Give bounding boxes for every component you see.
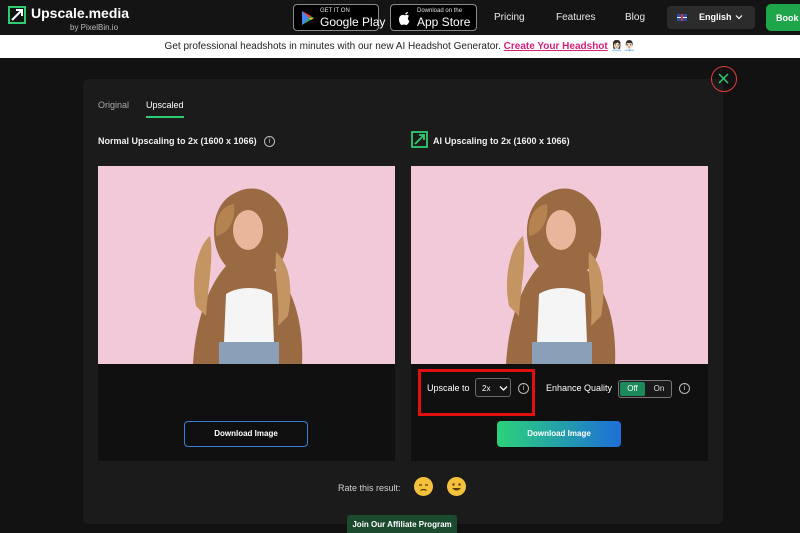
top-navigation-bar: Upscale.media by PixelBin.io GET IT ON G… — [0, 0, 800, 35]
google-play-badge[interactable]: GET IT ON Google Play — [293, 4, 385, 31]
nav-pricing[interactable]: Pricing — [494, 12, 525, 23]
download-ai-button[interactable]: Download Image — [497, 421, 621, 447]
app-store-small-text: Download on the — [417, 8, 463, 14]
banner-text: Get professional headshots in minutes wi… — [164, 41, 501, 52]
ai-upscaling-title: AI Upscaling to 2x (1600 x 1066) — [433, 136, 570, 146]
create-headshot-link[interactable]: Create Your Headshot — [504, 41, 608, 52]
google-play-icon — [302, 11, 314, 25]
brand-byline: by PixelBin.io — [70, 23, 119, 32]
upscale-to-label: Upscale to — [427, 383, 470, 393]
normal-upscaled-image — [98, 166, 395, 364]
google-play-small-text: GET IT ON — [320, 8, 350, 14]
ai-upscaled-image — [411, 166, 708, 364]
language-label: English — [699, 12, 732, 22]
enhance-quality-label: Enhance Quality — [546, 383, 613, 393]
tab-upscaled[interactable]: Upscaled — [146, 100, 184, 118]
tab-original[interactable]: Original — [98, 100, 129, 110]
chevron-down-icon — [499, 386, 508, 391]
uk-flag-icon — [677, 14, 687, 21]
upscale-factor-select[interactable]: 2x — [475, 378, 511, 397]
app-store-label: App Store — [417, 15, 471, 29]
info-icon[interactable]: i — [518, 383, 529, 394]
rate-good-button[interactable] — [447, 477, 466, 496]
book-button[interactable]: Book a — [766, 4, 800, 31]
nav-features[interactable]: Features — [556, 12, 595, 23]
banner-emojis: 👩🏻‍💼👨🏻‍💼 — [610, 41, 636, 52]
promo-banner: Get professional headshots in minutes wi… — [0, 35, 800, 58]
download-normal-button[interactable]: Download Image — [184, 421, 308, 447]
app-store-badge[interactable]: Download on the App Store — [390, 4, 477, 31]
affiliate-program-button[interactable]: Join Our Affiliate Program — [347, 515, 457, 533]
apple-icon — [399, 12, 410, 25]
chevron-down-icon — [735, 15, 743, 20]
rate-bad-button[interactable] — [414, 477, 433, 496]
toggle-off-option[interactable]: Off — [620, 382, 645, 396]
rate-label: Rate this result: — [338, 483, 401, 493]
portrait-photo — [98, 166, 395, 364]
ai-upscale-icon — [411, 131, 428, 148]
brand-name: Upscale.media — [31, 5, 130, 21]
info-icon[interactable]: i — [264, 136, 275, 147]
close-button[interactable] — [711, 66, 737, 92]
unamused-face-icon — [419, 484, 428, 492]
portrait-photo — [411, 166, 708, 364]
enhance-quality-toggle[interactable]: Off On — [618, 380, 672, 398]
normal-upscaling-title: Normal Upscaling to 2x (1600 x 1066) — [98, 136, 257, 146]
upscale-factor-value: 2x — [482, 384, 491, 393]
brand-logo[interactable]: Upscale.media by PixelBin.io — [8, 4, 129, 32]
nav-blog[interactable]: Blog — [625, 12, 645, 23]
upscale-logo-icon — [8, 6, 26, 24]
language-selector[interactable]: English — [667, 6, 755, 29]
toggle-on-option[interactable]: On — [647, 382, 671, 396]
grinning-face-icon — [452, 483, 461, 491]
close-icon — [718, 73, 729, 84]
google-play-label: Google Play — [320, 15, 386, 29]
info-icon[interactable]: i — [679, 383, 690, 394]
